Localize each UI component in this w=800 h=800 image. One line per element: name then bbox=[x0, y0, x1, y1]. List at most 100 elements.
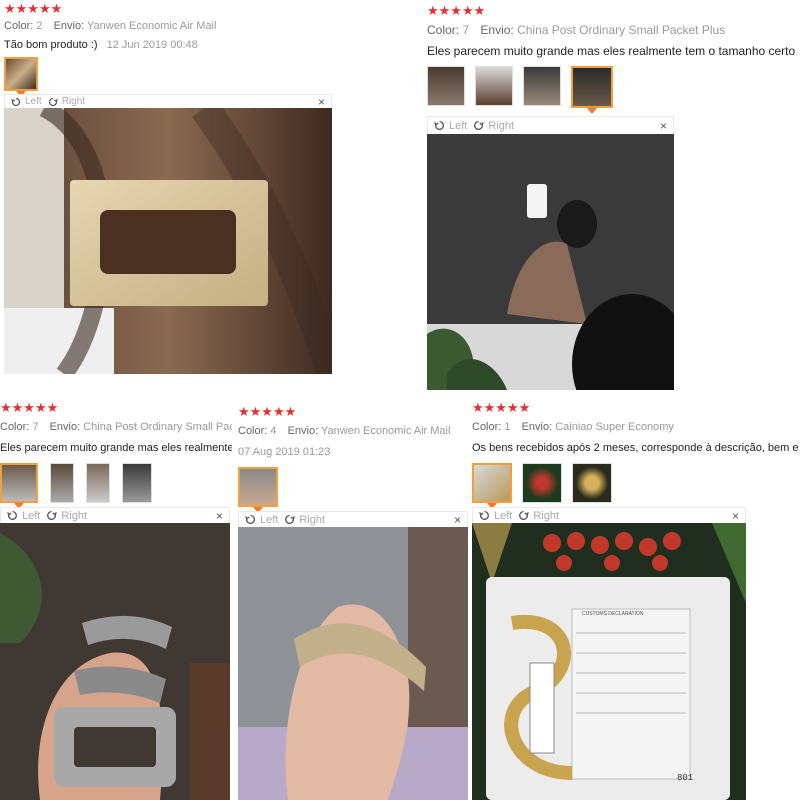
thumbnail[interactable] bbox=[522, 463, 562, 503]
color-label: Color: bbox=[472, 421, 502, 433]
close-icon[interactable]: × bbox=[454, 512, 461, 528]
color-value: 4 bbox=[270, 425, 277, 437]
review-body: Eles parecem muito grande mas eles realm… bbox=[0, 442, 232, 454]
review-text: Tão bom produto :) 12 Jun 2019 00:48 bbox=[4, 38, 394, 52]
rotate-left-label: Left bbox=[494, 509, 513, 522]
clips-in-hand-photo bbox=[0, 523, 230, 800]
rotate-right-button[interactable]: Right bbox=[518, 510, 559, 522]
review-meta: Color: 7 Envio: China Post Ordinary Smal… bbox=[427, 23, 800, 37]
color-value: 7 bbox=[462, 23, 470, 37]
color-label: Color: bbox=[4, 20, 34, 32]
rotate-left-icon bbox=[11, 97, 21, 106]
customs-label: CUSTOMS DECLARATION bbox=[582, 611, 644, 617]
customs-number: 801 bbox=[677, 773, 694, 783]
shipping-value: Yanwen Economic Air Mail bbox=[321, 425, 451, 437]
image-viewer: Left Right × bbox=[0, 507, 230, 800]
color-value: 2 bbox=[36, 20, 43, 32]
review-5: ★★★★★ Color: 1 Envio: Cainiao Super Econ… bbox=[472, 401, 800, 507]
shipping-value: China Post Ordinary Small Pac bbox=[83, 421, 232, 433]
thumbnail[interactable] bbox=[86, 463, 110, 503]
star-rating: ★★★★★ bbox=[4, 2, 63, 16]
close-icon[interactable]: × bbox=[216, 508, 223, 524]
review-photo bbox=[0, 523, 230, 800]
thumbnail[interactable] bbox=[122, 463, 152, 503]
thumbnail[interactable] bbox=[523, 66, 561, 106]
thumbnail[interactable] bbox=[472, 463, 512, 507]
thumbnail[interactable] bbox=[4, 57, 38, 94]
shipping-label: Envio: bbox=[53, 20, 85, 32]
star-rating: ★★★★★ bbox=[0, 401, 59, 415]
review-photo bbox=[427, 134, 674, 390]
shipping-value: China Post Ordinary Small Packet Plus bbox=[517, 23, 726, 37]
rotate-left-icon bbox=[434, 120, 444, 130]
rotate-left-label: Left bbox=[22, 509, 41, 522]
package-photo bbox=[472, 523, 746, 800]
shipping-value: Yanwen Economic Air Mail bbox=[87, 20, 217, 32]
rotate-left-icon bbox=[7, 510, 17, 520]
thumbnail-strip bbox=[472, 463, 800, 507]
star-rating: ★★★★★ bbox=[472, 401, 531, 415]
shipping-label: Envio: bbox=[521, 421, 553, 433]
shipping-label: Envio: bbox=[287, 425, 319, 437]
rotate-right-icon bbox=[47, 510, 58, 520]
viewer-toolbar: Left Right × bbox=[0, 507, 230, 523]
review-photo bbox=[4, 108, 332, 374]
review-meta: Color: 2 Envio: Yanwen Economic Air Mail bbox=[4, 19, 394, 33]
shipping-value: Cainiao Super Economy bbox=[555, 421, 674, 433]
review-photo: CUSTOMS DECLARATION 801 bbox=[472, 523, 746, 800]
image-viewer: Left Right × CUSTOMS DECLARATION 801 bbox=[472, 507, 746, 800]
rotate-left-label: Left bbox=[25, 96, 42, 107]
clip-in-hand-photo bbox=[238, 527, 468, 800]
rotate-left-button[interactable]: Left bbox=[11, 96, 42, 107]
rotate-right-icon bbox=[285, 514, 296, 524]
color-value: 7 bbox=[32, 421, 39, 433]
image-viewer: Left Right × bbox=[427, 116, 674, 390]
thumbnail[interactable] bbox=[50, 463, 74, 503]
rotate-left-button[interactable]: Left bbox=[245, 514, 278, 526]
star-rating: ★★★★★ bbox=[238, 405, 297, 419]
thumbnail-strip bbox=[427, 66, 800, 114]
rotate-left-icon bbox=[245, 514, 255, 524]
mirror-selfie-photo bbox=[427, 134, 674, 390]
close-icon[interactable]: × bbox=[318, 95, 325, 109]
rotate-right-button[interactable]: Right bbox=[473, 120, 514, 132]
thumbnail[interactable] bbox=[238, 467, 278, 511]
color-value: 1 bbox=[504, 421, 511, 433]
thumbnail[interactable] bbox=[0, 463, 38, 507]
review-2: ★★★★★ Color: 7 Envio: China Post Ordinar… bbox=[427, 4, 800, 116]
thumbnail[interactable] bbox=[571, 66, 613, 114]
thumbnail-strip bbox=[0, 463, 232, 507]
hair-clip-photo bbox=[4, 108, 332, 374]
rotate-right-button[interactable]: Right bbox=[46, 510, 87, 522]
review-photo bbox=[238, 527, 468, 800]
review-1: ★★★★★ Color: 2 Envio: Yanwen Economic Ai… bbox=[4, 2, 394, 94]
shipping-label: Envio: bbox=[49, 421, 81, 433]
rotate-right-label: Right bbox=[488, 119, 515, 132]
rotate-right-button[interactable]: Right bbox=[284, 514, 325, 526]
rotate-right-label: Right bbox=[61, 96, 86, 107]
rotate-left-button[interactable]: Left bbox=[434, 120, 467, 132]
review-4: ★★★★★ Color: 4 Envio: Yanwen Economic Ai… bbox=[238, 405, 468, 511]
color-label: Color: bbox=[238, 425, 268, 437]
review-date: 12 Jun 2019 00:48 bbox=[106, 39, 198, 51]
thumbnail[interactable] bbox=[475, 66, 513, 106]
thumbnail[interactable] bbox=[572, 463, 612, 503]
review-meta: Color: 4 Envio: Yanwen Economic Air Mail bbox=[238, 424, 468, 438]
viewer-toolbar: Left Right × bbox=[472, 507, 746, 523]
rotate-right-button[interactable]: Right bbox=[48, 96, 85, 107]
viewer-toolbar: Left Right × bbox=[427, 116, 674, 134]
rotate-left-button[interactable]: Left bbox=[479, 510, 512, 522]
rotate-left-button[interactable]: Left bbox=[7, 510, 40, 522]
thumbnail[interactable] bbox=[427, 66, 465, 106]
image-viewer: Left Right × bbox=[4, 94, 332, 374]
rotate-right-icon bbox=[474, 120, 485, 130]
shipping-label: Envio: bbox=[480, 23, 514, 37]
rotate-right-label: Right bbox=[61, 509, 88, 522]
rotate-left-label: Left bbox=[449, 119, 468, 132]
review-meta: Color: 1 Envio: Cainiao Super Economy bbox=[472, 420, 800, 434]
close-icon[interactable]: × bbox=[660, 117, 667, 135]
review-date: 07 Aug 2019 01:23 bbox=[238, 446, 331, 458]
close-icon[interactable]: × bbox=[732, 508, 739, 524]
review-3: ★★★★★ Color: 7 Envio: China Post Ordinar… bbox=[0, 401, 232, 507]
rotate-left-label: Left bbox=[260, 513, 279, 526]
